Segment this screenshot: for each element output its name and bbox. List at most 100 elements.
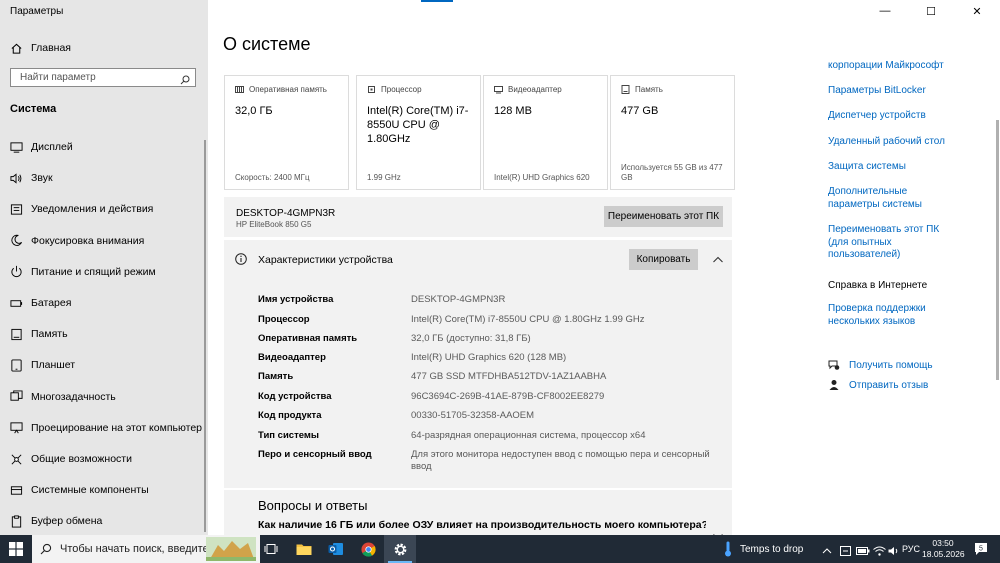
spec-label: Код продукта [258, 410, 322, 421]
link-advanced-system-settings[interactable]: Дополнительные параметры системы [828, 186, 953, 211]
sidebar-item-label: Память [31, 328, 68, 341]
section-title: Система [10, 103, 57, 115]
link-remote-desktop[interactable]: Удаленный рабочий стол [828, 136, 978, 149]
search-icon [40, 543, 52, 555]
sound-icon [9, 171, 23, 185]
search-input[interactable] [18, 71, 182, 84]
input-language[interactable]: РУС [902, 544, 920, 554]
sidebar-scrollbar[interactable] [204, 140, 206, 532]
spec-label: Тип системы [258, 430, 320, 441]
faq-title: Вопросы и ответы [258, 498, 368, 513]
window-controls: — ☐ ✕ [862, 0, 1000, 22]
sidebar-item-system-components[interactable]: Системные компоненты [0, 477, 208, 503]
chevron-up-icon[interactable] [712, 252, 724, 270]
specifications-title: Характеристики устройства [258, 254, 393, 266]
sidebar-item-label: Питание и спящий режим [31, 265, 156, 278]
sidebar-item-label: Уведомления и действия [31, 203, 154, 216]
copy-button[interactable]: Копировать [629, 249, 698, 270]
notifications-count: 5 [979, 546, 983, 553]
sidebar-item-battery[interactable]: Батарея [0, 290, 208, 316]
device-specifications-panel: Характеристики устройства Копировать Имя… [224, 240, 732, 488]
system-components-icon [9, 483, 23, 497]
card-footer: Используется 55 GB из 477 GB [621, 163, 723, 182]
clipboard-icon [9, 514, 23, 528]
weather-text: Temps to drop [740, 543, 804, 555]
weather-widget[interactable]: Temps to drop [724, 535, 803, 563]
taskbar-search[interactable]: Чтобы начать поиск, введите [32, 535, 260, 563]
sidebar-item-multitasking[interactable]: Многозадачность [0, 384, 208, 410]
cpu-card: Процессор Intel(R) Core(TM) i7-8550U CPU… [356, 75, 481, 190]
spec-value: 00330-51705-32358-AAOEM [411, 410, 535, 421]
sidebar-item-label: Проецирование на этот компьютер [31, 421, 202, 434]
settings-search[interactable] [10, 68, 196, 87]
search-icon[interactable] [180, 72, 190, 90]
file-explorer-button[interactable] [288, 535, 320, 563]
outlook-icon [328, 543, 343, 555]
spec-label: Процессор [258, 314, 310, 325]
start-button[interactable] [0, 535, 32, 563]
gear-icon [394, 543, 406, 555]
link-microsoft[interactable]: корпорации Майкрософт [828, 60, 978, 73]
task-view-button[interactable] [255, 535, 287, 563]
projecting-icon [9, 421, 23, 435]
chrome-icon [360, 541, 376, 557]
main-scrollbar[interactable] [996, 120, 999, 380]
spec-value: DESKTOP-4GMPN3R [411, 294, 506, 305]
link-rename-pc-advanced[interactable]: Переименовать этот ПК (для опытных польз… [828, 224, 958, 262]
link-system-protection[interactable]: Защита системы [828, 161, 978, 174]
maximize-button[interactable]: ☐ [908, 0, 954, 22]
hp-support-icon[interactable] [840, 543, 851, 561]
search-highlight-icon [206, 537, 256, 561]
sidebar-item-power[interactable]: Питание и спящий режим [0, 259, 208, 285]
close-button[interactable]: ✕ [954, 0, 1000, 22]
folder-icon [296, 544, 312, 555]
spec-label: Код устройства [258, 391, 332, 402]
sidebar-item-clipboard[interactable]: Буфер обмена [0, 508, 208, 534]
settings-app-button[interactable] [384, 535, 416, 563]
sidebar-item-label: Системные компоненты [31, 484, 149, 497]
sidebar-item-projecting[interactable]: Проецирование на этот компьютер [0, 415, 208, 441]
sidebar-item-display[interactable]: Дисплей [0, 134, 208, 160]
sidebar-item-shared-experiences[interactable]: Общие возможности [0, 446, 208, 472]
sidebar-item-storage[interactable]: Память [0, 321, 208, 347]
spec-value: 477 GB SSD MTFDHBA512TDV-1AZ1AABHA [411, 371, 607, 382]
sidebar-item-focus-assist[interactable]: Фокусировка внимания [0, 228, 208, 254]
sidebar-item-sound[interactable]: Звук [0, 165, 208, 191]
chevron-up-icon[interactable] [822, 543, 832, 561]
scroll-indicator [421, 0, 453, 2]
outlook-button[interactable] [320, 535, 352, 563]
storage-icon [9, 327, 23, 341]
volume-icon[interactable] [888, 543, 900, 561]
card-value: 477 GB [621, 105, 659, 117]
rename-pc-button[interactable]: Переименовать этот ПК [604, 206, 723, 227]
sidebar-item-home[interactable]: Главная [0, 35, 208, 61]
sidebar-item-notifications[interactable]: Уведомления и действия [0, 196, 208, 222]
tablet-icon [9, 358, 23, 372]
info-icon [235, 252, 247, 270]
feedback-label: Отправить отзыв [849, 379, 929, 391]
wifi-icon[interactable] [873, 543, 886, 561]
sidebar-item-label: Многозадачность [31, 390, 116, 403]
chrome-button[interactable] [352, 535, 384, 563]
minimize-button[interactable]: — [862, 0, 908, 22]
pc-name: DESKTOP-4GMPN3R [236, 208, 336, 219]
thermometer-icon [725, 541, 731, 557]
link-bitlocker[interactable]: Параметры BitLocker [828, 85, 978, 98]
spec-value: 96C3694C-269B-41AE-879B-CF8002EE8279 [411, 391, 605, 402]
battery-icon[interactable] [856, 543, 870, 561]
clock[interactable]: 03:50 18.05.2026 [922, 538, 965, 560]
notifications-icon[interactable]: 5 [974, 542, 988, 561]
multitasking-icon [9, 390, 23, 404]
card-title: Оперативная память [249, 85, 327, 94]
feedback-link[interactable]: Отправить отзыв [828, 379, 928, 391]
home-icon [9, 41, 23, 55]
get-help-link[interactable]: Получить помощь [828, 359, 933, 371]
card-title: Процессор [381, 85, 422, 94]
sidebar-item-label: Фокусировка внимания [31, 234, 145, 247]
link-language-support[interactable]: Проверка поддержки нескольких языков [828, 303, 978, 328]
sidebar-item-tablet[interactable]: Планшет [0, 352, 208, 378]
faq-question[interactable]: Как наличие 16 ГБ или более ОЗУ влияет н… [258, 519, 706, 531]
pc-model: HP EliteBook 850 G5 [236, 220, 312, 229]
link-device-manager[interactable]: Диспетчер устройств [828, 110, 978, 123]
chevron-down-icon[interactable] [712, 528, 724, 535]
